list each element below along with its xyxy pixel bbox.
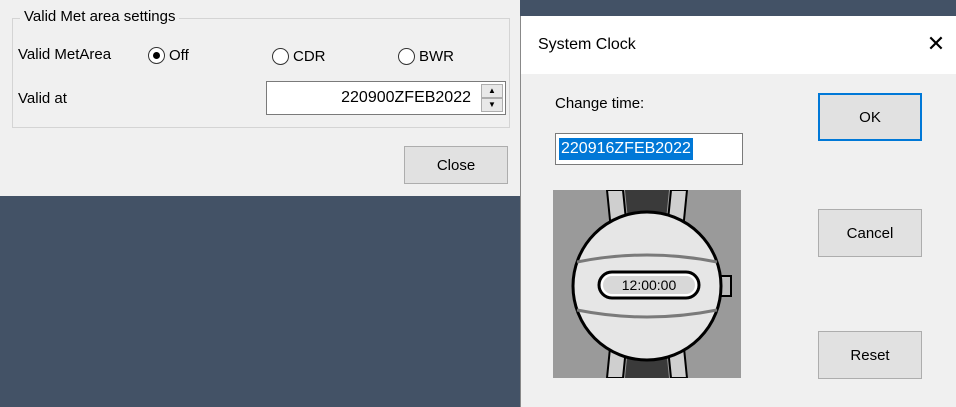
radio-bwr-label: BWR [419, 47, 454, 65]
time-input-value: 220916ZFEB2022 [559, 138, 693, 160]
cancel-button[interactable]: Cancel [818, 209, 922, 257]
close-button[interactable]: Close [404, 146, 508, 184]
valid-at-spin-field[interactable]: 220900ZFEB2022 ▲ ▼ [266, 81, 506, 115]
radio-cdr-circle[interactable] [272, 47, 289, 65]
desktop-background [0, 196, 522, 407]
spin-up-icon[interactable]: ▲ [481, 84, 503, 98]
watch-svg: 12:00:00 [571, 190, 732, 378]
change-time-label: Change time: [555, 95, 645, 112]
radio-off-label: Off [169, 46, 189, 64]
valid-at-label: Valid at [18, 90, 67, 107]
dialog-title: System Clock [538, 36, 636, 53]
met-area-settings-panel: Valid Met area settings Valid MetArea Of… [0, 0, 520, 196]
radio-bwr-circle[interactable] [398, 47, 415, 65]
valid-metarea-label: Valid MetArea [18, 46, 112, 63]
radio-off[interactable]: Off [148, 45, 189, 65]
radio-bwr[interactable]: BWR [398, 46, 454, 66]
ok-button[interactable]: OK [818, 93, 922, 141]
spin-down-icon[interactable]: ▼ [481, 98, 503, 112]
radio-off-circle[interactable] [148, 46, 165, 64]
valid-at-value: 220900ZFEB2022 [341, 89, 471, 106]
watch-time-text: 12:00:00 [622, 277, 677, 293]
wristwatch-image: 12:00:00 [553, 190, 741, 378]
system-clock-dialog: System Clock ✕ Change time: 220916ZFEB20… [520, 16, 956, 407]
dialog-close-icon[interactable]: ✕ [924, 30, 948, 58]
desktop-background-top [520, 0, 956, 16]
dialog-titlebar[interactable]: System Clock ✕ [521, 16, 956, 74]
valid-at-spinner[interactable]: ▲ ▼ [481, 84, 503, 112]
time-input[interactable]: 220916ZFEB2022 [555, 133, 743, 165]
radio-cdr[interactable]: CDR [272, 46, 326, 66]
group-title: Valid Met area settings [20, 8, 180, 25]
radio-cdr-label: CDR [293, 47, 326, 65]
reset-button[interactable]: Reset [818, 331, 922, 379]
